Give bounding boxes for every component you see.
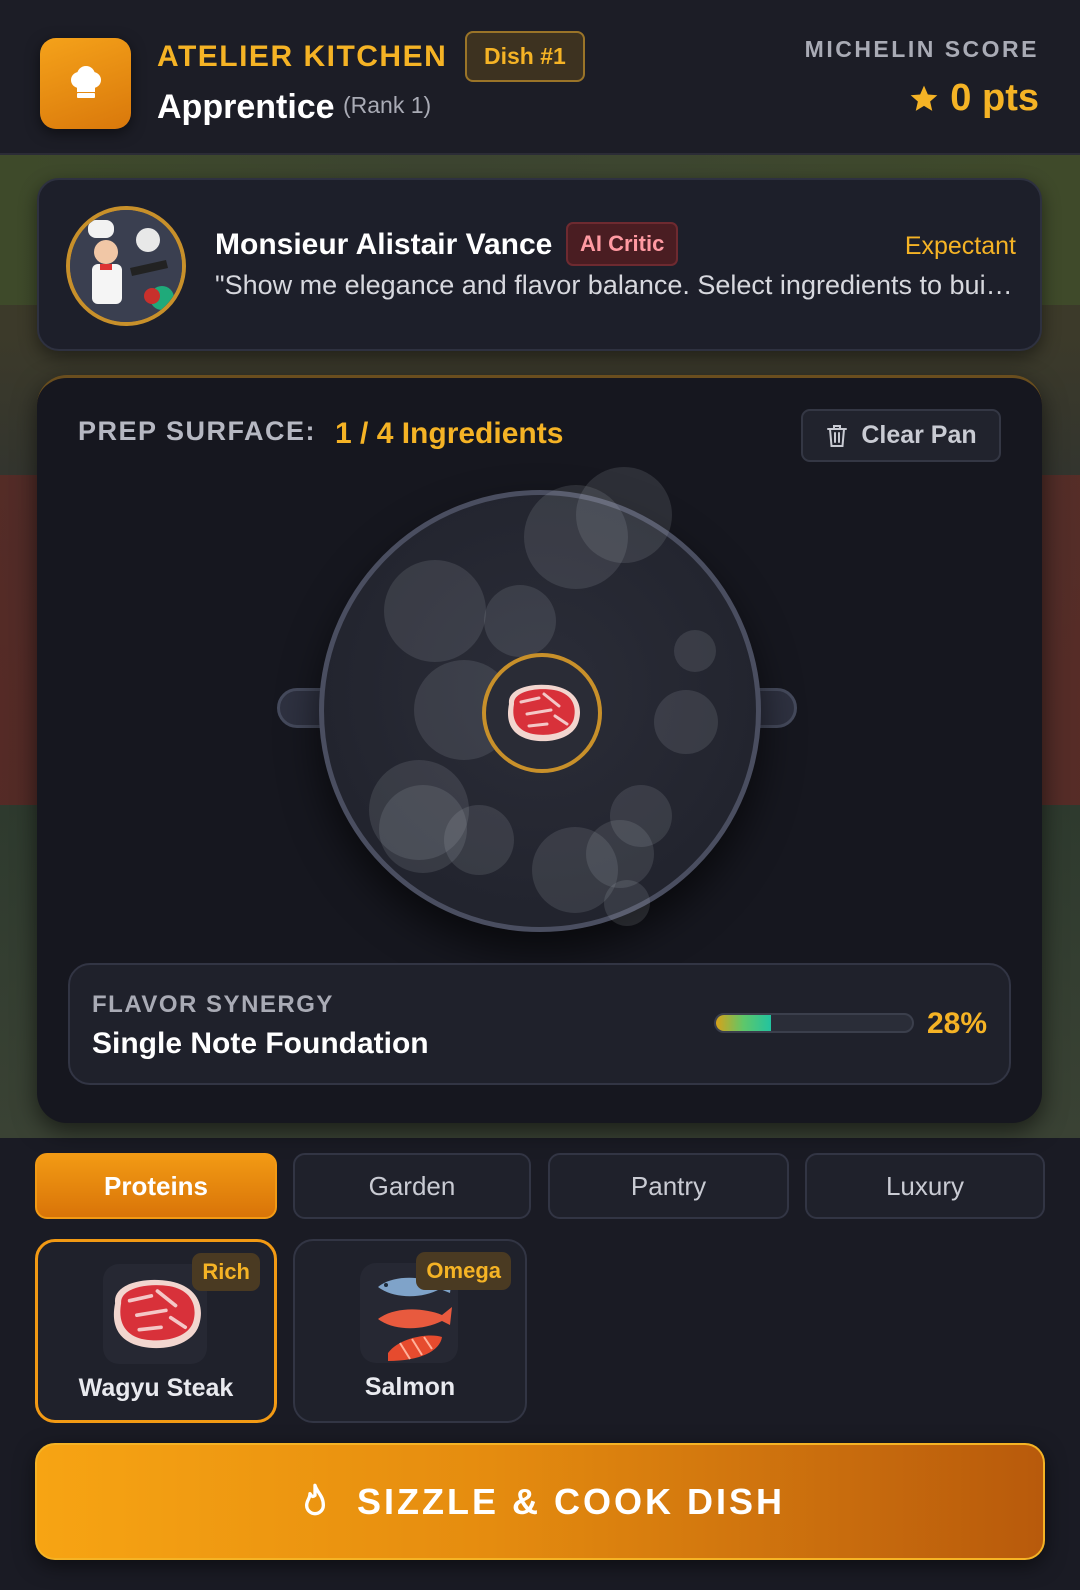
ingredient-category-tabs: Proteins Garden Pantry Luxury: [35, 1153, 1045, 1219]
dish-number-badge: Dish #1: [465, 31, 585, 82]
pan-ingredient-steak[interactable]: [482, 653, 602, 773]
top-bar: ATELIER KITCHEN Dish #1 Apprentice (Rank…: [0, 0, 1080, 155]
ingredient-card-salmon[interactable]: Omega Salmon: [293, 1239, 527, 1423]
tab-pantry[interactable]: Pantry: [548, 1153, 789, 1219]
steam-bubble: [444, 805, 514, 875]
pan-surface[interactable]: [319, 467, 761, 932]
chef-portrait-icon: [70, 210, 182, 322]
tab-luxury[interactable]: Luxury: [805, 1153, 1045, 1219]
player-rank-number: (Rank 1): [343, 92, 432, 118]
synergy-label: FLAVOR SYNERGY: [92, 991, 334, 1018]
flavor-synergy-panel: FLAVOR SYNERGY Single Note Foundation 28…: [68, 963, 1011, 1085]
steam-bubble: [384, 560, 486, 662]
synergy-title: Single Note Foundation: [92, 1027, 429, 1060]
tab-proteins[interactable]: Proteins: [35, 1153, 277, 1219]
synergy-progress-fill: [716, 1015, 771, 1031]
ingredient-tag: Rich: [192, 1253, 260, 1291]
critic-name: Monsieur Alistair Vance: [215, 228, 553, 261]
score-display: 0 pts: [908, 77, 1039, 120]
game-title: ATELIER KITCHEN: [157, 40, 448, 73]
critic-card: Monsieur Alistair Vance AI Critic Expect…: [37, 178, 1042, 351]
steam-bubble: [654, 690, 718, 754]
synergy-progress-bar: [714, 1013, 914, 1033]
prep-surface-label: PREP SURFACE:: [78, 416, 317, 446]
chef-hat-logo: [40, 38, 131, 129]
ingredient-tag: Omega: [416, 1252, 511, 1290]
steam-bubble: [576, 467, 672, 563]
score-label: MICHELIN SCORE: [804, 36, 1039, 62]
critic-mood: Expectant: [904, 232, 1016, 260]
trash-icon: [827, 424, 848, 447]
chef-hat-icon: [70, 65, 101, 98]
cook-button-label: SIZZLE & COOK DISH: [356, 1480, 785, 1522]
synergy-percent: 28%: [926, 1007, 987, 1040]
steam-bubble: [674, 630, 716, 672]
steam-bubble: [484, 585, 556, 657]
score-value: 0 pts: [950, 77, 1039, 119]
sizzle-cook-button[interactable]: SIZZLE & COOK DISH: [35, 1443, 1045, 1560]
ingredient-count: 1 / 4 Ingredients: [335, 417, 564, 450]
ingredient-name: Wagyu Steak: [78, 1374, 234, 1402]
tab-garden[interactable]: Garden: [293, 1153, 531, 1219]
player-rank-title: Apprentice: [157, 88, 335, 126]
ingredient-card-wagyu-steak[interactable]: Rich Wagyu Steak: [35, 1239, 277, 1423]
flame-icon: [304, 1483, 325, 1515]
clear-pan-button[interactable]: Clear Pan: [801, 409, 1001, 462]
critic-quote: "Show me elegance and flavor balance. Se…: [215, 270, 1015, 300]
ingredient-name: Salmon: [364, 1373, 456, 1401]
steam-bubble: [586, 820, 654, 888]
steam-bubble: [604, 880, 650, 926]
prep-surface-panel: PREP SURFACE: 1 / 4 Ingredients Clear Pa…: [37, 375, 1042, 1123]
clear-pan-label: Clear Pan: [861, 421, 977, 449]
steak-icon: [507, 684, 580, 742]
critic-avatar: [66, 206, 186, 326]
frying-pan[interactable]: [277, 467, 797, 943]
star-icon: [910, 85, 938, 111]
critic-type-badge: AI Critic: [566, 222, 679, 266]
